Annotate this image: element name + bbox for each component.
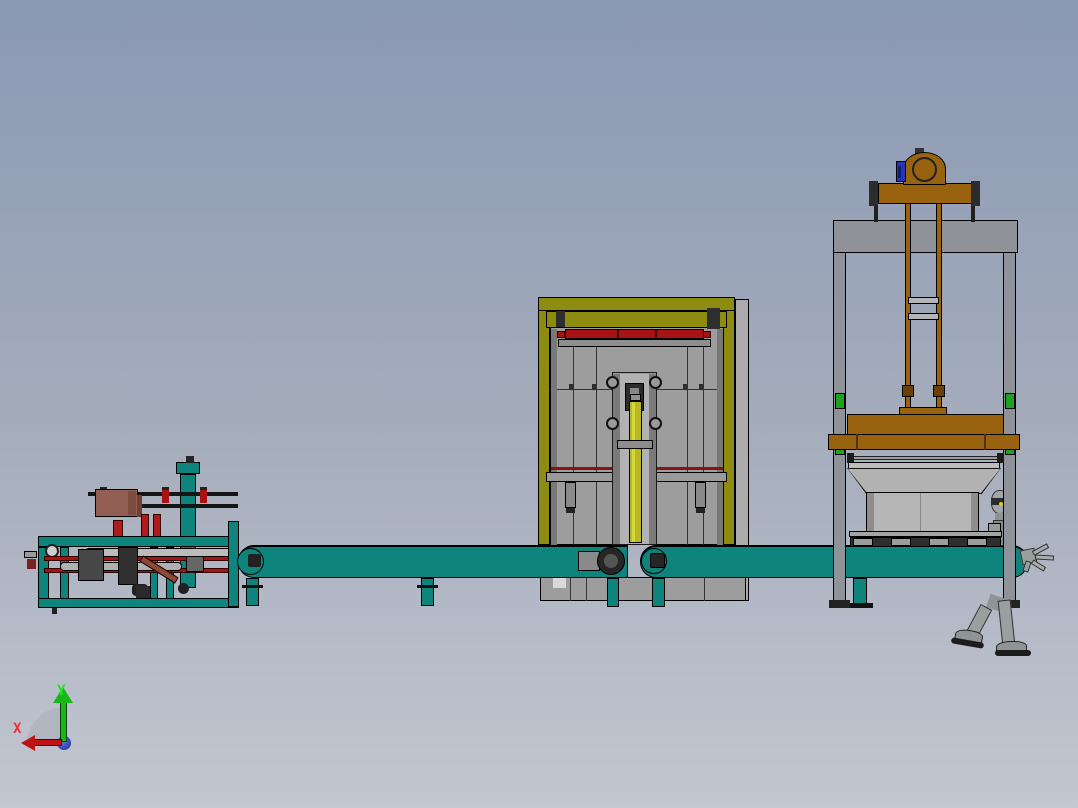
- y-axis-shaft: [60, 702, 67, 742]
- x-axis-label: X: [13, 721, 22, 737]
- origin-triad: Y X: [0, 0, 1078, 808]
- x-axis-shaft: [34, 739, 62, 746]
- x-axis-arrowhead: [21, 735, 35, 751]
- y-axis-label: Y: [57, 683, 66, 699]
- cad-viewport[interactable]: Y X: [0, 0, 1078, 808]
